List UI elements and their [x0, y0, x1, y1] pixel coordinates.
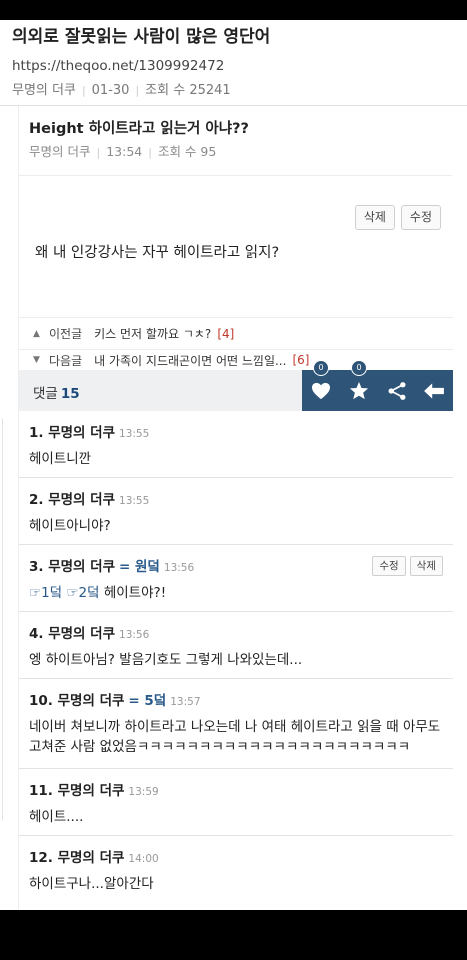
comment-time: 13:59: [128, 786, 159, 798]
comment-header: 12. 무명의 더쿠 14:00: [29, 849, 443, 868]
comment-header: 2. 무명의 더쿠 13:55: [29, 491, 443, 510]
prev-title: 키스 먼저 할까요 ㄱㅊ?: [94, 327, 212, 341]
page-views: 25241: [189, 83, 231, 98]
star-count-badge: 0: [351, 360, 367, 376]
comment-text: 하이트구나...알아간다: [29, 876, 154, 892]
comment-text: 헤이트니깐: [29, 451, 92, 467]
comment-header: 1. 무명의 더쿠 13:55: [29, 424, 443, 443]
page-meta: 무명의 더쿠 | 01-30 | 조회 수 25241: [12, 82, 455, 99]
prev-comment-count: [4]: [217, 326, 235, 341]
meta-separator: |: [135, 84, 140, 97]
next-comment-count: [6]: [292, 353, 310, 367]
chevron-down-icon: ▼: [33, 355, 40, 365]
comment-author[interactable]: 3. 무명의 더쿠: [29, 559, 115, 575]
comment-time: 13:56: [163, 562, 195, 574]
page-views-label: 조회 수: [145, 83, 186, 98]
comment-edit-tools: 수정 삭제: [372, 556, 443, 576]
page-date: 01-30: [91, 83, 130, 98]
like-button[interactable]: 0: [302, 360, 340, 411]
post-views: 95: [200, 144, 217, 159]
post-author: 무명의 더쿠: [29, 144, 91, 159]
comment-author[interactable]: 12. 무명의 더쿠: [29, 850, 124, 866]
page-url[interactable]: https://theqoo.net/1309992472: [12, 58, 455, 75]
comment-header: 4. 무명의 더쿠 13:56: [29, 625, 443, 644]
comment-list: 1. 무명의 더쿠 13:55 헤이트니깐 2. 무명의 더쿠 13:55 헤이트아…: [19, 411, 453, 903]
meta-separator: |: [96, 146, 101, 159]
meta-separator: |: [81, 84, 86, 97]
comment-item: 4. 무명의 더쿠 13:56 엥 하이트아님? 발음기호도 그렇게 나와있는데.…: [19, 612, 453, 679]
comment-message: 헤이트야?!: [103, 585, 167, 601]
post-title: Height 하이트라고 읽는거 아냐??: [29, 121, 249, 137]
like-count-badge: 0: [313, 360, 329, 376]
comment-text: 헤이트아니야?: [29, 518, 111, 534]
comment-item: 1. 무명의 더쿠 13:55 헤이트니깐: [19, 411, 453, 478]
comment-header: 10. 무명의 더쿠 = 5덬 13:57: [29, 692, 443, 711]
heart-icon: [312, 382, 330, 399]
comment-bar: 댓글 15 0 0: [19, 360, 453, 411]
page-header: 의외로 잘못읽는 사람이 많은 영단어 https://theqoo.net/1…: [0, 20, 467, 106]
comment-item: 3. 무명의 더쿠 = 원덬 13:56 수정 삭제 ☞1덬 ☞2덬 헤이트야?!: [19, 545, 453, 612]
post-card: Height 하이트라고 읽는거 아냐?? 무명의 더쿠 | 13:54 | 조회 수 …: [18, 106, 453, 910]
screen: 의외로 잘못읽는 사람이 많은 영단어 https://theqoo.net/1…: [0, 20, 467, 910]
prev-label: 이전글: [49, 327, 83, 341]
divider: [19, 175, 452, 176]
comment-time: 13:56: [119, 629, 150, 641]
post-edit-tools: 삭제 수정: [354, 205, 441, 230]
comment-item: 10. 무명의 더쿠 = 5덬 13:57 네이버 쳐보니까 하이트라고 나오는데 …: [19, 679, 453, 769]
scroll-edge-indicator: [0, 418, 3, 821]
comment-text: ☞1덬 ☞2덬 헤이트야?!: [29, 583, 443, 603]
page-title[interactable]: 의외로 잘못읽는 사람이 많은 영단어: [12, 26, 455, 48]
share-button[interactable]: [378, 370, 416, 411]
comment-number: 15: [60, 386, 80, 402]
edit-comment-button[interactable]: 수정: [372, 556, 406, 576]
comment-count: 댓글 15: [33, 382, 80, 402]
edit-post-button[interactable]: 수정: [400, 205, 441, 230]
comment-text: 네이버 쳐보니까 하이트라고 나오는데 나 여태 헤이트라고 읽을 때 아무도 …: [29, 719, 441, 755]
comment-header: 11. 무명의 더쿠 13:59: [29, 782, 443, 801]
comment-label: 댓글: [33, 386, 58, 402]
prev-post-link[interactable]: ▲ 이전글 키스 먼저 할까요 ㄱㅊ? [4]: [19, 317, 453, 349]
next-label: 다음글: [49, 353, 83, 368]
post-body: 왜 내 인강강사는 자꾸 헤이트라고 읽지?: [35, 245, 280, 261]
action-bar: 0 0: [302, 360, 453, 411]
comment-time: 14:00: [128, 853, 159, 865]
star-icon: [349, 381, 369, 400]
comment-time: 13:55: [119, 495, 150, 507]
post-views-label: 조회 수: [157, 144, 197, 159]
comment-author[interactable]: 4. 무명의 더쿠: [29, 626, 115, 642]
meta-separator: |: [148, 146, 152, 159]
next-post-link[interactable]: ▼ 다음글 내 가족이 지드래곤이면 어떤 느낌일... [6]: [19, 349, 453, 370]
comment-item: 11. 무명의 더쿠 13:59 헤이트....: [19, 769, 453, 836]
back-arrow-icon: [424, 382, 444, 399]
comment-author[interactable]: 1. 무명의 더쿠: [29, 425, 115, 441]
comment-item: 12. 무명의 더쿠 14:00 하이트구나...알아간다: [19, 836, 453, 903]
comment-time: 13:55: [119, 428, 150, 440]
share-icon: [388, 381, 406, 400]
comment-grade: = 원덬: [119, 559, 160, 575]
comment-item: 2. 무명의 더쿠 13:55 헤이트아니야?: [19, 478, 453, 545]
favorite-button[interactable]: 0: [340, 360, 378, 411]
delete-post-button[interactable]: 삭제: [354, 205, 395, 230]
chevron-up-icon: ▲: [33, 328, 40, 339]
page-author: 무명의 더쿠: [12, 83, 76, 98]
comment-grade: = 5덬: [128, 693, 167, 709]
next-title: 내 가족이 지드래곤이면 어떤 느낌일...: [94, 353, 287, 368]
comment-time: 13:57: [170, 696, 201, 708]
post-time: 13:54: [106, 144, 143, 159]
reply-reference-link[interactable]: ☞2덬: [66, 585, 99, 601]
comment-author[interactable]: 2. 무명의 더쿠: [29, 492, 115, 508]
back-button[interactable]: [415, 370, 453, 411]
comment-author[interactable]: 10. 무명의 더쿠: [29, 693, 124, 709]
comment-text: 헤이트....: [29, 809, 84, 825]
comment-text: 엥 하이트아님? 발음기호도 그렇게 나와있는데...: [29, 652, 303, 668]
post-meta: 무명의 더쿠 | 13:54 | 조회 수 95: [19, 138, 452, 161]
delete-comment-button[interactable]: 삭제: [409, 556, 443, 576]
reply-reference-link[interactable]: ☞1덬: [29, 585, 62, 601]
comment-author[interactable]: 11. 무명의 더쿠: [29, 783, 124, 799]
